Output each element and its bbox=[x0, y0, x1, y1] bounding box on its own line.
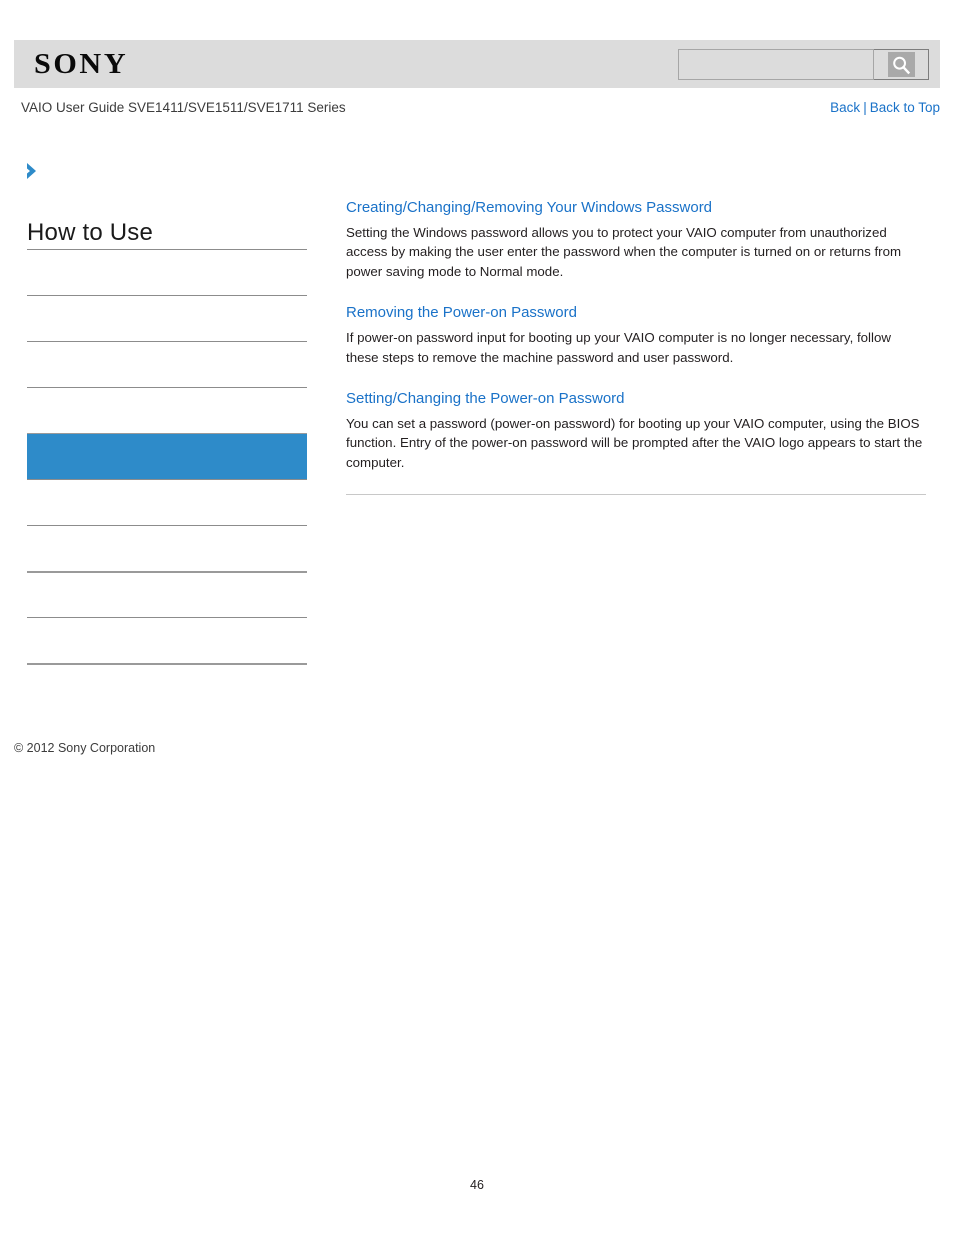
header-nav-links: Back | Back to Top bbox=[830, 100, 940, 115]
sidebar-item-3[interactable] bbox=[27, 341, 307, 387]
section-link-setting-power-on-password[interactable]: Setting/Changing the Power-on Password bbox=[346, 389, 926, 408]
sidebar-item-1[interactable] bbox=[27, 249, 307, 295]
sidebar-nav-list bbox=[27, 249, 307, 665]
header-bar: SONY bbox=[14, 40, 940, 88]
search-input[interactable] bbox=[678, 49, 874, 80]
sidebar-item-8[interactable] bbox=[27, 571, 307, 617]
copyright-text: © 2012 Sony Corporation bbox=[14, 741, 156, 755]
sidebar-bottom-divider bbox=[27, 663, 307, 665]
content-section: Creating/Changing/Removing Your Windows … bbox=[346, 198, 926, 281]
sidebar-item-6[interactable] bbox=[27, 479, 307, 525]
guide-title: VAIO User Guide SVE1411/SVE1511/SVE1711 … bbox=[21, 100, 346, 115]
content-section: Setting/Changing the Power-on Password Y… bbox=[346, 389, 926, 472]
section-description: You can set a password (power-on passwor… bbox=[346, 416, 923, 470]
search-icon bbox=[887, 52, 915, 77]
section-description: If power-on password input for booting u… bbox=[346, 330, 891, 365]
sidebar-item-9[interactable] bbox=[27, 617, 307, 663]
back-link[interactable]: Back bbox=[830, 100, 860, 115]
main-content: Creating/Changing/Removing Your Windows … bbox=[346, 198, 926, 496]
sidebar-item-2[interactable] bbox=[27, 295, 307, 341]
page-number: 46 bbox=[470, 1178, 484, 1192]
page-title: How to Use bbox=[27, 219, 154, 246]
sidebar-item-5-selected[interactable] bbox=[27, 433, 307, 479]
content-bottom-divider bbox=[346, 494, 926, 496]
title-row: VAIO User Guide SVE1411/SVE1511/SVE1711 … bbox=[14, 100, 940, 120]
section-link-windows-password[interactable]: Creating/Changing/Removing Your Windows … bbox=[346, 198, 926, 217]
sony-logo: SONY bbox=[34, 48, 129, 80]
content-section: Removing the Power-on Password If power-… bbox=[346, 303, 926, 367]
chevron-right-icon[interactable] bbox=[25, 161, 43, 181]
sidebar-item-4[interactable] bbox=[27, 387, 307, 433]
search-area bbox=[678, 49, 929, 80]
nav-separator: | bbox=[863, 100, 867, 115]
section-description: Setting the Windows password allows you … bbox=[346, 225, 902, 279]
sidebar-item-7[interactable] bbox=[27, 525, 307, 571]
section-link-removing-power-on-password[interactable]: Removing the Power-on Password bbox=[346, 303, 926, 322]
search-button[interactable] bbox=[874, 49, 929, 80]
back-to-top-link[interactable]: Back to Top bbox=[870, 100, 940, 115]
